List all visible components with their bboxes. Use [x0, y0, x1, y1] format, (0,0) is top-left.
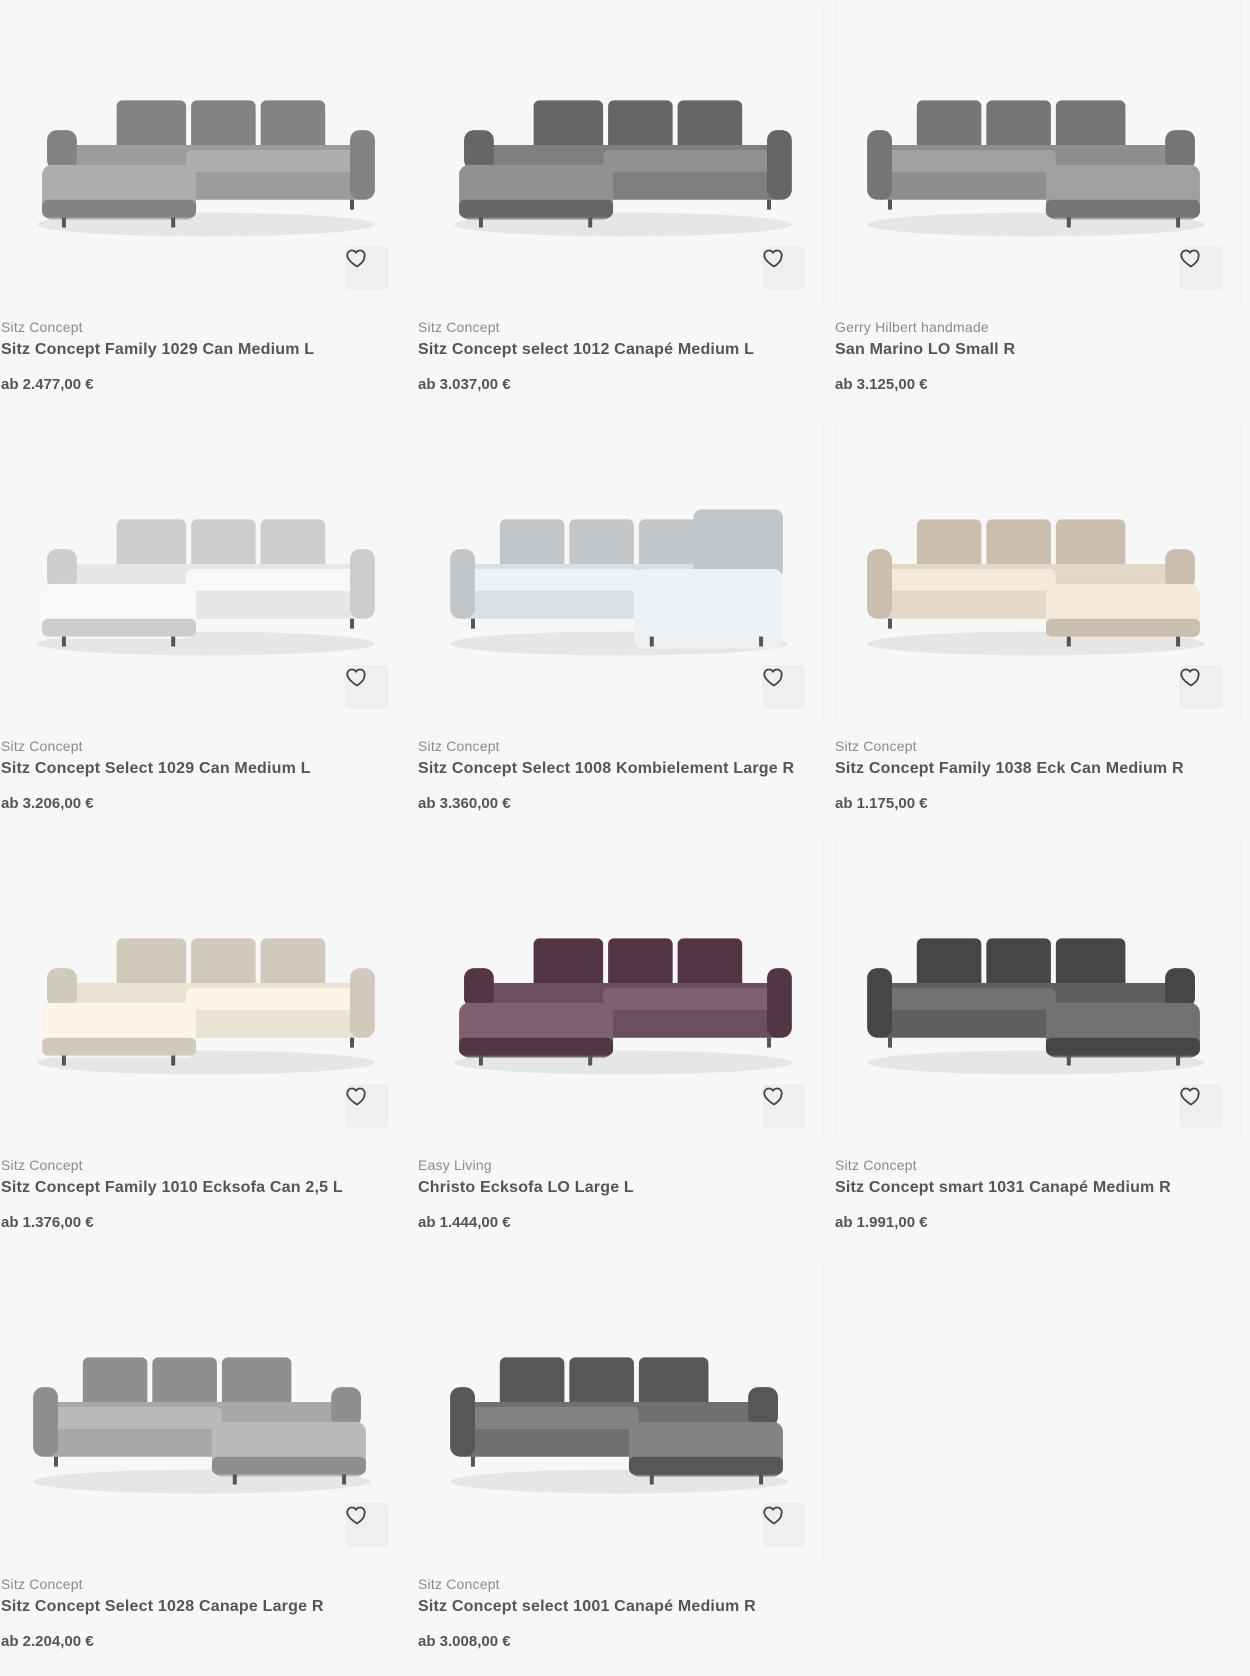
favorite-button[interactable]: [345, 665, 389, 709]
product-card[interactable]: Sitz Concept Sitz Concept smart 1031 Cana…: [834, 838, 1241, 1257]
product-brand: Sitz Concept: [835, 738, 917, 754]
product-title-link[interactable]: Sitz Concept Select 1029 Can Medium L: [1, 760, 311, 778]
product-card[interactable]: Sitz Concept Sitz Concept Select 1008 Kom…: [417, 419, 824, 838]
favorite-button[interactable]: [762, 1503, 806, 1547]
product-image[interactable]: [1, 838, 407, 1143]
favorite-button[interactable]: [1179, 1084, 1223, 1128]
heart-outline-icon: [763, 668, 783, 687]
heart-outline-icon: [346, 1506, 366, 1525]
product-card[interactable]: Sitz Concept Sitz Concept Family 1029 Can…: [0, 0, 407, 419]
product-card[interactable]: Sitz Concept Sitz Concept Family 1010 Eck…: [0, 838, 407, 1257]
favorite-button[interactable]: [762, 246, 806, 290]
product-price: ab 1.991,00 €: [835, 1214, 928, 1231]
product-price: ab 3.037,00 €: [418, 376, 511, 393]
product-image[interactable]: [835, 419, 1241, 724]
heart-outline-icon: [1180, 249, 1200, 268]
product-brand: Sitz Concept: [1, 1576, 83, 1592]
product-title-link[interactable]: Sitz Concept Family 1010 Ecksofa Can 2,5…: [1, 1179, 343, 1197]
product-brand: Sitz Concept: [1, 1157, 83, 1173]
product-title-link[interactable]: Sitz Concept Select 1028 Canape Large R: [1, 1598, 324, 1616]
heart-outline-icon: [763, 1087, 783, 1106]
product-image[interactable]: [1, 419, 407, 724]
product-title-link[interactable]: Sitz Concept select 1001 Canapé Medium R: [418, 1598, 756, 1616]
heart-outline-icon: [346, 249, 366, 268]
product-card[interactable]: Gerry Hilbert handmade San Marino LO Smal…: [834, 0, 1241, 419]
heart-outline-icon: [763, 1506, 783, 1525]
product-image[interactable]: [418, 838, 824, 1143]
product-price: ab 3.206,00 €: [1, 795, 94, 812]
favorite-button[interactable]: [345, 1084, 389, 1128]
product-brand: Easy Living: [418, 1157, 492, 1173]
product-card[interactable]: Sitz Concept Sitz Concept select 1012 Can…: [417, 0, 824, 419]
product-card[interactable]: Easy Living Christo Ecksofa LO Large L ab …: [417, 838, 824, 1257]
favorite-button[interactable]: [762, 665, 806, 709]
product-card[interactable]: Sitz Concept Sitz Concept Select 1029 Can…: [0, 419, 407, 838]
heart-outline-icon: [346, 668, 366, 687]
product-image[interactable]: [835, 838, 1241, 1143]
favorite-button[interactable]: [762, 1084, 806, 1128]
product-brand: Sitz Concept: [1, 738, 83, 754]
product-price: ab 2.204,00 €: [1, 1633, 94, 1650]
product-title-link[interactable]: Sitz Concept Family 1038 Eck Can Medium …: [835, 760, 1184, 778]
product-card[interactable]: Sitz Concept Sitz Concept select 1001 Can…: [417, 1257, 824, 1676]
favorite-button[interactable]: [1179, 665, 1223, 709]
product-title-link[interactable]: Sitz Concept Select 1008 Kombielement La…: [418, 760, 794, 778]
product-price: ab 3.125,00 €: [835, 376, 928, 393]
product-grid: Sitz Concept Sitz Concept Family 1029 Can…: [0, 0, 1250, 1676]
favorite-button[interactable]: [345, 1503, 389, 1547]
favorite-button[interactable]: [1179, 246, 1223, 290]
product-price: ab 2.477,00 €: [1, 376, 94, 393]
product-price: ab 3.360,00 €: [418, 795, 511, 812]
heart-outline-icon: [1180, 1087, 1200, 1106]
product-brand: Sitz Concept: [835, 1157, 917, 1173]
product-card[interactable]: Sitz Concept Sitz Concept Family 1038 Eck…: [834, 419, 1241, 838]
product-image[interactable]: [1, 1257, 407, 1562]
product-image[interactable]: [418, 1257, 824, 1562]
product-brand: Sitz Concept: [1, 319, 83, 335]
heart-outline-icon: [346, 1087, 366, 1106]
heart-outline-icon: [763, 249, 783, 268]
product-title-link[interactable]: Sitz Concept select 1012 Canapé Medium L: [418, 341, 754, 359]
product-price: ab 1.444,00 €: [418, 1214, 511, 1231]
product-price: ab 3.008,00 €: [418, 1633, 511, 1650]
heart-outline-icon: [1180, 668, 1200, 687]
product-brand: Sitz Concept: [418, 738, 500, 754]
favorite-button[interactable]: [345, 246, 389, 290]
product-title-link[interactable]: Christo Ecksofa LO Large L: [418, 1179, 634, 1197]
product-brand: Sitz Concept: [418, 319, 500, 335]
product-brand: Sitz Concept: [418, 1576, 500, 1592]
product-title-link[interactable]: San Marino LO Small R: [835, 341, 1015, 359]
product-title-link[interactable]: Sitz Concept smart 1031 Canapé Medium R: [835, 1179, 1171, 1197]
product-image[interactable]: [835, 0, 1241, 305]
product-price: ab 1.175,00 €: [835, 795, 928, 812]
product-image[interactable]: [1, 0, 407, 305]
product-image[interactable]: [418, 0, 824, 305]
product-image[interactable]: [418, 419, 824, 724]
product-brand: Gerry Hilbert handmade: [835, 319, 989, 335]
product-card[interactable]: Sitz Concept Sitz Concept Select 1028 Can…: [0, 1257, 407, 1676]
product-price: ab 1.376,00 €: [1, 1214, 94, 1231]
product-title-link[interactable]: Sitz Concept Family 1029 Can Medium L: [1, 341, 314, 359]
